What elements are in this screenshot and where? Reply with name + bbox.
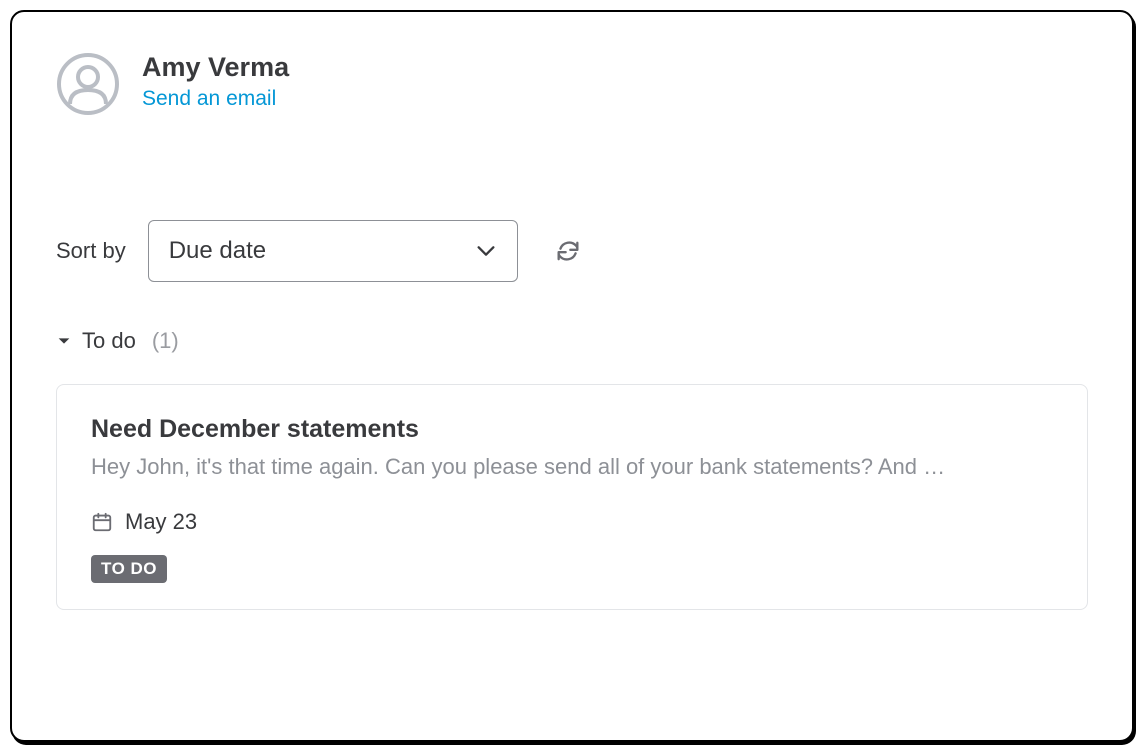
contact-header-text: Amy Verma Send an email bbox=[142, 52, 289, 111]
sort-select-value: Due date bbox=[169, 237, 266, 265]
task-body: Hey John, it's that time again. Can you … bbox=[91, 452, 1053, 483]
chevron-down-icon bbox=[56, 333, 72, 349]
chevron-down-icon bbox=[475, 240, 497, 262]
calendar-icon bbox=[91, 511, 113, 533]
contact-header: Amy Verma Send an email bbox=[56, 52, 1088, 116]
task-date: May 23 bbox=[125, 509, 197, 535]
contact-panel: Amy Verma Send an email Sort by Due date… bbox=[10, 10, 1134, 742]
section-header-todo[interactable]: To do (1) bbox=[56, 328, 1088, 354]
sort-row: Sort by Due date bbox=[56, 220, 1088, 282]
task-card[interactable]: Need December statements Hey John, it's … bbox=[56, 384, 1088, 610]
person-icon bbox=[56, 52, 120, 116]
task-date-row: May 23 bbox=[91, 509, 1053, 535]
section-title: To do bbox=[82, 328, 136, 354]
avatar bbox=[56, 52, 120, 116]
section-count: (1) bbox=[152, 328, 179, 354]
task-title: Need December statements bbox=[91, 415, 1053, 444]
refresh-icon[interactable] bbox=[554, 237, 582, 265]
sort-select[interactable]: Due date bbox=[148, 220, 518, 282]
status-badge: TO DO bbox=[91, 555, 167, 583]
sort-label: Sort by bbox=[56, 238, 126, 264]
send-email-link[interactable]: Send an email bbox=[142, 87, 289, 111]
contact-name: Amy Verma bbox=[142, 52, 289, 83]
